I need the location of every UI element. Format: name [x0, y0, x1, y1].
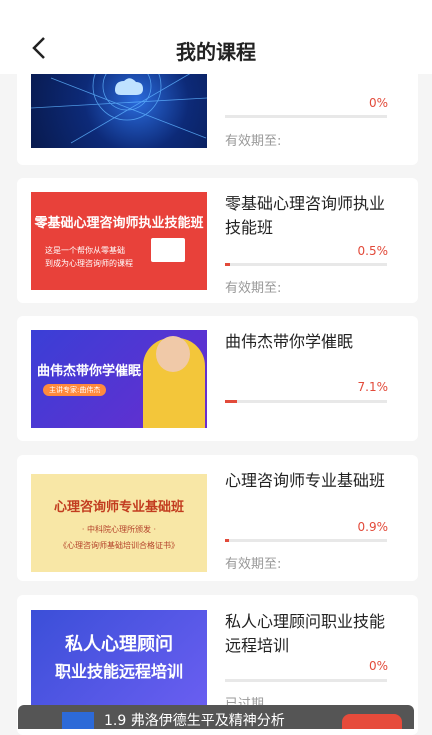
course-thumbnail: 曲伟杰带你学催眠 主讲专家:曲伟杰: [31, 330, 207, 428]
progress-percent: 0.5%: [357, 244, 389, 258]
thumb-banner-text: 心理咨询师专业基础班: [53, 500, 184, 515]
course-card[interactable]: 零基础心理咨询师执业技能班 这是一个帮你从零基础 到成为心理咨询师的课程 零基础…: [17, 178, 418, 303]
play-button[interactable]: [342, 714, 402, 729]
thumb-banner-text: 曲伟杰带你学催眠: [37, 364, 142, 379]
expire-label: 有效期至:: [225, 557, 282, 572]
thumb-line: 到成为心理咨询师的课程: [45, 259, 133, 268]
course-title: 曲伟杰带你学催眠: [225, 332, 354, 351]
progress-percent: 0%: [368, 659, 388, 673]
course-thumbnail: 心理咨询师专业基础班 · 中科院心理所颁发 · 《心理咨询师基础培训合格证书》: [31, 474, 207, 572]
progress-percent: 0.9%: [357, 520, 389, 534]
thumb-subtitle: 主讲专家:曲伟杰: [43, 384, 107, 396]
thumb-line: 这是一个帮你从零基础: [45, 246, 125, 255]
thumb-banner-text: 零基础心理咨询师执业技能班: [34, 216, 204, 231]
thumb-line: · 中科院心理所颁发 ·: [81, 525, 157, 534]
now-playing-title: 1.9 弗洛伊德生平及精神分析: [104, 713, 285, 729]
course-card[interactable]: 曲伟杰带你学催眠 主讲专家:曲伟杰 曲伟杰带你学催眠 7.1%: [17, 316, 418, 441]
progress-bar: [225, 679, 387, 682]
course-title: 心理咨询师专业基础班: [225, 471, 386, 490]
progress-percent: 0%: [368, 96, 388, 110]
course-title: 零基础心理咨询师执业技能班: [225, 194, 386, 237]
thumb-line: 《心理咨询师基础培训合格证书》: [59, 541, 179, 550]
thumb-line: 职业技能远程培训: [54, 662, 183, 681]
progress-bar: [225, 115, 387, 118]
progress-bar: [225, 263, 387, 266]
page-title: 我的课程: [176, 40, 256, 64]
instructor-head: [156, 336, 190, 372]
course-title: 私人心理顾问职业技能远程培训: [225, 612, 386, 655]
course-card[interactable]: 0% 有效期至:: [17, 68, 418, 165]
course-card[interactable]: 心理咨询师专业基础班 · 中科院心理所颁发 · 《心理咨询师基础培训合格证书》 …: [17, 455, 418, 581]
progress-bar: [225, 539, 387, 542]
course-thumbnail: [31, 68, 207, 148]
top-bar: 我的课程: [0, 0, 432, 74]
now-playing-thumbnail: [62, 712, 94, 729]
now-playing-bar[interactable]: 1.9 弗洛伊德生平及精神分析: [18, 705, 414, 729]
expire-label: 有效期至:: [225, 134, 282, 149]
cloud-network-icon: [31, 68, 207, 144]
expire-label: 有效期至:: [225, 281, 282, 296]
course-thumbnail: 零基础心理咨询师执业技能班 这是一个帮你从零基础 到成为心理咨询师的课程: [31, 192, 207, 290]
course-thumbnail: 私人心理顾问 职业技能远程培训: [31, 610, 207, 720]
laptop-illustration: [151, 238, 185, 262]
progress-percent: 7.1%: [357, 380, 389, 394]
progress-bar: [225, 400, 387, 403]
thumb-line: 私人心理顾问: [65, 634, 173, 655]
